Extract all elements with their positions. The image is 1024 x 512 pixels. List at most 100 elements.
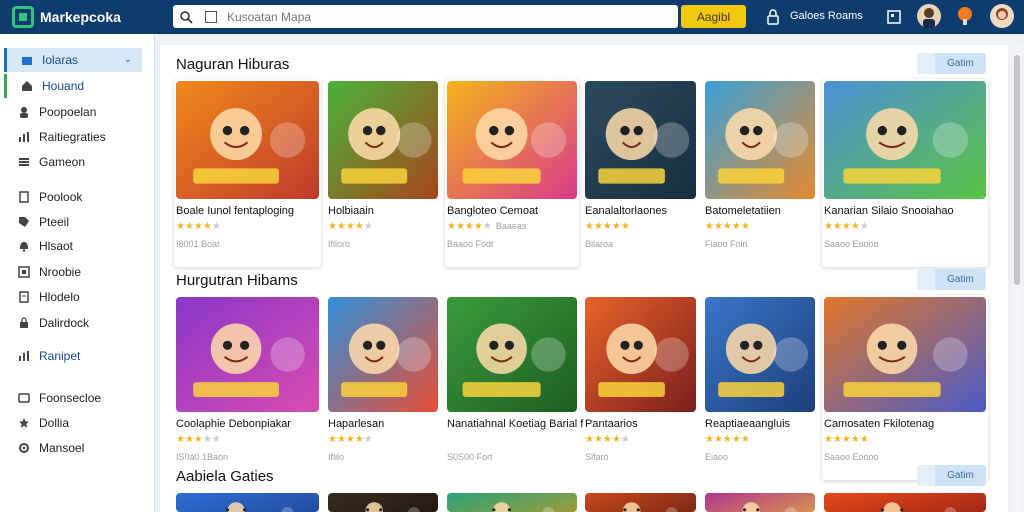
sidebar-item-poolook[interactable]: Poolook xyxy=(4,185,142,209)
tag-icon xyxy=(18,216,30,228)
notification-avatar[interactable] xyxy=(953,4,977,28)
rating-stars: ★★★★★ xyxy=(705,434,750,445)
book-icon xyxy=(18,191,30,203)
game-title[interactable]: Bangloteo Cemoat xyxy=(447,205,538,217)
brand[interactable]: Markepcoka xyxy=(0,6,160,28)
top-bar-label[interactable]: Galoes Roams xyxy=(790,10,863,22)
game-title[interactable]: Kanarian Silaio Snooiahao xyxy=(824,205,954,217)
game-thumbnail[interactable] xyxy=(705,493,815,512)
game-thumbnail[interactable] xyxy=(585,81,696,199)
game-card[interactable]: Boale Iunol fentaploging ★★★★★ I8001 Boat xyxy=(174,79,321,267)
game-thumbnail[interactable] xyxy=(328,297,438,412)
game-thumbnail[interactable] xyxy=(824,81,986,199)
grid-icon[interactable] xyxy=(885,8,903,26)
game-card[interactable]: Pantaarios ★★★★★ Slfaro xyxy=(583,295,698,470)
sidebar-item-gameon[interactable]: Gameon xyxy=(4,150,142,174)
sidebar-item-ranipet[interactable]: Ranipet xyxy=(4,344,142,368)
game-card[interactable]: Batomeletatiien ★★★★★ Fiaoo Foin xyxy=(703,79,817,257)
game-card[interactable] xyxy=(326,491,440,512)
game-meta: S0S00 Fort xyxy=(447,452,493,462)
game-thumbnail[interactable] xyxy=(176,297,319,412)
game-card[interactable] xyxy=(583,491,698,512)
game-card[interactable] xyxy=(822,491,988,512)
user-avatar[interactable] xyxy=(917,4,941,28)
game-card[interactable]: Coolaphie Debonpiakar ★★★★★ IS0a0 1Baon xyxy=(174,295,321,470)
game-title[interactable]: Haparlesan xyxy=(328,418,384,430)
sidebar-item-raitiegraties[interactable]: Raitiegraties xyxy=(4,125,142,149)
lock-icon[interactable] xyxy=(764,8,782,26)
see-all-button[interactable]: Gatim xyxy=(917,269,986,290)
game-card[interactable] xyxy=(174,491,321,512)
see-all-button[interactable]: Gatim xyxy=(917,465,986,486)
game-title[interactable]: Batomeletatiien xyxy=(705,205,781,217)
profile-avatar[interactable] xyxy=(990,4,1014,28)
sidebar-item-nroobie[interactable]: Nroobie xyxy=(4,260,142,284)
sidebar-item-hlsaot[interactable]: Hlsaot xyxy=(4,234,142,258)
sidebar-item-houand[interactable]: Houand xyxy=(4,74,142,98)
user-icon xyxy=(18,106,30,118)
chevron-down-icon[interactable]: ⌄ xyxy=(124,54,132,65)
game-card[interactable]: Eanalaltorlaones ★★★★★ Bilaroa xyxy=(583,79,698,257)
sidebar-item-label: Poopoelan xyxy=(39,105,97,119)
game-thumbnail[interactable] xyxy=(824,297,986,412)
game-title[interactable]: Coolaphie Debonpiakar xyxy=(176,418,291,430)
game-card[interactable]: Nanatiahnal Koetiag Barial f S0S00 Fort xyxy=(445,295,583,470)
game-meta: Fiaoo Foin xyxy=(705,239,748,249)
sidebar-item-mansoel[interactable]: Mansoel xyxy=(4,436,142,460)
see-all-button[interactable]: Gatim xyxy=(917,53,986,74)
chart-icon xyxy=(18,131,30,143)
search-input[interactable] xyxy=(227,9,647,24)
game-card[interactable] xyxy=(703,491,817,512)
rating-stars: ★★★★★ xyxy=(176,434,221,445)
game-title[interactable]: Holbiaain xyxy=(328,205,374,217)
sidebar-item-dollia[interactable]: Dollia xyxy=(4,411,142,435)
game-thumbnail[interactable] xyxy=(585,493,696,512)
search-icon[interactable] xyxy=(175,6,197,28)
brand-name: Markepcoka xyxy=(40,9,121,25)
sidebar-item-foonsecloe[interactable]: Foonsecloe xyxy=(4,386,142,410)
game-thumbnail[interactable] xyxy=(447,493,577,512)
game-thumbnail[interactable] xyxy=(328,81,438,199)
folder-icon xyxy=(21,54,33,66)
game-card[interactable]: Kanarian Silaio Snooiahao ★★★★★ Saaoo Eooo… xyxy=(822,79,988,267)
rating-stars: ★★★★★ xyxy=(824,221,869,232)
game-thumbnail[interactable] xyxy=(705,81,815,199)
game-card[interactable]: Haparlesan ★★★★★ Iflilo xyxy=(326,295,440,470)
sidebar-item-poopoelan[interactable]: Poopoelan xyxy=(4,100,142,124)
filter-icon[interactable] xyxy=(205,10,217,23)
game-card[interactable]: Bangloteo Cemoat ★★★★★ Baaeas Baaoo Fodt xyxy=(445,79,579,267)
sidebar-item-label: Nroobie xyxy=(39,265,82,279)
lock-icon xyxy=(18,317,30,329)
game-thumbnail[interactable] xyxy=(447,297,577,412)
game-card[interactable]: Holbiaain ★★★★★ Ifiloro xyxy=(326,79,440,257)
game-thumbnail[interactable] xyxy=(176,81,319,199)
scrollbar-thumb[interactable] xyxy=(1014,55,1020,285)
see-all-label: Gatim xyxy=(947,58,974,69)
scrollbar[interactable] xyxy=(1012,45,1022,512)
game-title[interactable]: Camosaten Fkilotenag xyxy=(824,418,934,430)
game-title[interactable]: Eanalaltorlaones xyxy=(585,205,667,217)
game-title[interactable]: Nanatiahnal Koetiag Barial f xyxy=(447,418,583,430)
game-thumbnail[interactable] xyxy=(585,297,696,412)
game-title[interactable]: Pantaarios xyxy=(585,418,638,430)
game-card[interactable]: Camosaten Fkilotenag ★★★★★ Saaoo Eoooo xyxy=(822,295,988,480)
game-title[interactable]: Reaptiaeaangluis xyxy=(705,418,790,430)
game-title[interactable]: Boale Iunol fentaploging xyxy=(176,205,294,217)
sidebar-item-pteeil[interactable]: Pteeil xyxy=(4,210,142,234)
sidebar-item-iolaras[interactable]: Iolaras ⌄ xyxy=(4,48,142,72)
game-thumbnail[interactable] xyxy=(447,81,577,199)
sidebar-item-hlodelo[interactable]: Hlodelo xyxy=(4,285,142,309)
game-card[interactable]: Reaptiaeaangluis ★★★★★ Eiaoo xyxy=(703,295,817,470)
search-button[interactable]: Aagibl xyxy=(681,5,746,28)
game-thumbnail[interactable] xyxy=(328,493,438,512)
game-meta: Bilaroa xyxy=(585,239,614,249)
game-thumbnail[interactable] xyxy=(705,297,815,412)
section-title: Naguran Hiburas xyxy=(176,56,290,73)
sidebar-item-label: Foonsecloe xyxy=(39,391,102,405)
star-icon xyxy=(18,417,30,429)
game-card[interactable] xyxy=(445,491,579,512)
game-thumbnail[interactable] xyxy=(824,493,986,512)
rating-stars: ★★★★★ xyxy=(585,221,630,232)
sidebar-item-dalirdock[interactable]: Dalirdock xyxy=(4,311,142,335)
game-thumbnail[interactable] xyxy=(176,493,319,512)
